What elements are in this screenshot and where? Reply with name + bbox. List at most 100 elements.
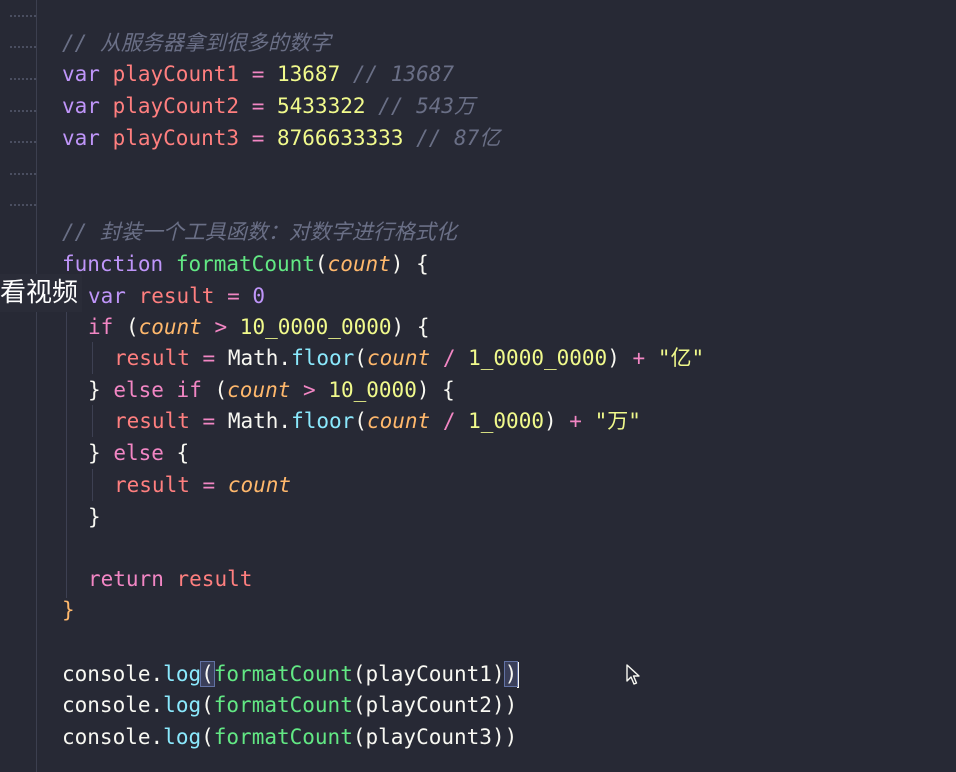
operator: + (632, 346, 646, 370)
keyword: return (88, 567, 164, 591)
paren: ( (354, 409, 367, 433)
identifier: playCount2 (112, 94, 240, 118)
code-line-assign-count[interactable]: result = count (114, 469, 291, 501)
identifier: result (176, 567, 253, 591)
code-line-else-if[interactable]: } else if (count > 10_0000) { (88, 374, 455, 406)
paren: ) (504, 725, 518, 749)
brace: } (88, 441, 101, 465)
gutter-fold-marker (10, 204, 36, 208)
code-line-log3[interactable]: console.log(formatCount(playCount3)) (62, 721, 517, 753)
code-line-if[interactable]: if (count > 10_0000_0000) { (88, 311, 429, 343)
paren: ( (352, 662, 366, 686)
code-line-function-decl[interactable]: function formatCount(count) { (62, 248, 429, 280)
dot: . (150, 693, 164, 717)
number-literal: 13687 (277, 62, 341, 86)
code-line-comment[interactable]: // 封装一个工具函数：对数字进行格式化 (62, 216, 457, 248)
gutter-fold-marker (10, 141, 36, 145)
parameter: count (366, 346, 431, 370)
function-name: formatCount (213, 662, 353, 686)
operator: > (303, 378, 316, 402)
method-name: log (163, 693, 202, 717)
brace: } (88, 378, 101, 402)
object-name: Math (227, 346, 279, 370)
paren: ( (354, 346, 367, 370)
indent-guide (92, 342, 93, 374)
keyword: var (62, 126, 100, 150)
overlay-caption: 看视频 (0, 274, 83, 312)
paren: ) (390, 252, 404, 276)
indent-guide (92, 405, 93, 437)
dot: . (278, 346, 292, 370)
gutter-fold-marker (10, 78, 36, 82)
function-name: formatCount (175, 252, 315, 276)
parameter: count (227, 378, 291, 402)
code-line-else[interactable]: } else { (88, 437, 189, 469)
object-name: console (62, 693, 151, 717)
keyword: else (113, 441, 164, 465)
paren: ( (201, 725, 214, 749)
parameter: count (227, 473, 292, 497)
keyword: function (62, 252, 164, 276)
gutter-fold-marker (10, 15, 36, 19)
indent-guide (66, 280, 67, 598)
gutter-border (36, 0, 37, 772)
number-literal: 0 (252, 284, 266, 308)
parameter: count (138, 315, 202, 339)
brace: } (62, 598, 75, 622)
object-name: console (62, 725, 151, 749)
operator: = (227, 284, 240, 308)
keyword: var (62, 62, 100, 86)
number-literal: 10_0000 (328, 378, 417, 402)
identifier: playCount2 (365, 693, 492, 717)
code-line-var-playcount3[interactable]: var playCount3 = 8766633333 // 87亿 (62, 122, 500, 154)
function-name: formatCount (213, 725, 353, 749)
identifier: result (114, 346, 190, 370)
code-line-var-playcount1[interactable]: var playCount1 = 13687 // 13687 (62, 58, 454, 90)
code-line-log2[interactable]: console.log(formatCount(playCount2)) (62, 689, 517, 721)
paren: ) (491, 693, 505, 717)
operator: = (251, 94, 265, 118)
code-line-close-brace[interactable]: } (88, 501, 101, 533)
method-name: floor (291, 409, 355, 433)
code-editor[interactable]: // 从服务器拿到很多的数字 var playCount1 = 13687 //… (0, 0, 956, 772)
number-literal: 1_0000 (468, 409, 544, 433)
keyword: if (88, 315, 114, 339)
keyword: var (62, 94, 100, 118)
operator: = (202, 409, 216, 433)
parameter: count (366, 409, 431, 433)
code-line-assign-wan[interactable]: result = Math.floor(count / 1_0000) + "万… (114, 405, 641, 437)
operator: = (202, 473, 216, 497)
dot: . (278, 409, 292, 433)
code-line-assign-yi[interactable]: result = Math.floor(count / 1_0000_0000)… (114, 342, 704, 374)
gutter-fold-marker (10, 173, 36, 177)
dot: . (150, 662, 164, 686)
brace: { (176, 441, 190, 465)
code-line-comment[interactable]: // 从服务器拿到很多的数字 (62, 27, 331, 59)
code-line-var-playcount2[interactable]: var playCount2 = 5433322 // 543万 (62, 90, 475, 122)
code-line-close-brace[interactable]: } (62, 594, 75, 626)
paren: ) (391, 315, 405, 339)
dot: . (150, 725, 164, 749)
keyword: var (88, 284, 126, 308)
string-literal: "万" (594, 409, 641, 433)
method-name: log (163, 725, 202, 749)
inline-comment: // 13687 (352, 62, 455, 86)
method-name: floor (291, 346, 355, 370)
object-name: console (62, 662, 151, 686)
matched-paren: ) (503, 661, 519, 687)
code-line-log1[interactable]: console.log(formatCount(playCount1)) (62, 658, 520, 690)
paren: ( (352, 725, 366, 749)
operator: = (251, 62, 265, 86)
keyword: if (176, 378, 202, 402)
code-line-result-decl[interactable]: var result = 0 (88, 280, 265, 312)
text-caret (517, 662, 520, 688)
operator: / (442, 346, 456, 370)
paren: ) (491, 662, 505, 686)
identifier: playCount1 (365, 662, 492, 686)
parameter: count (327, 252, 391, 276)
matched-paren: ( (200, 661, 215, 687)
number-literal: 1_0000_0000 (468, 346, 608, 370)
operator: > (214, 315, 228, 339)
code-line-return[interactable]: return result (88, 563, 252, 595)
operator: / (442, 409, 456, 433)
